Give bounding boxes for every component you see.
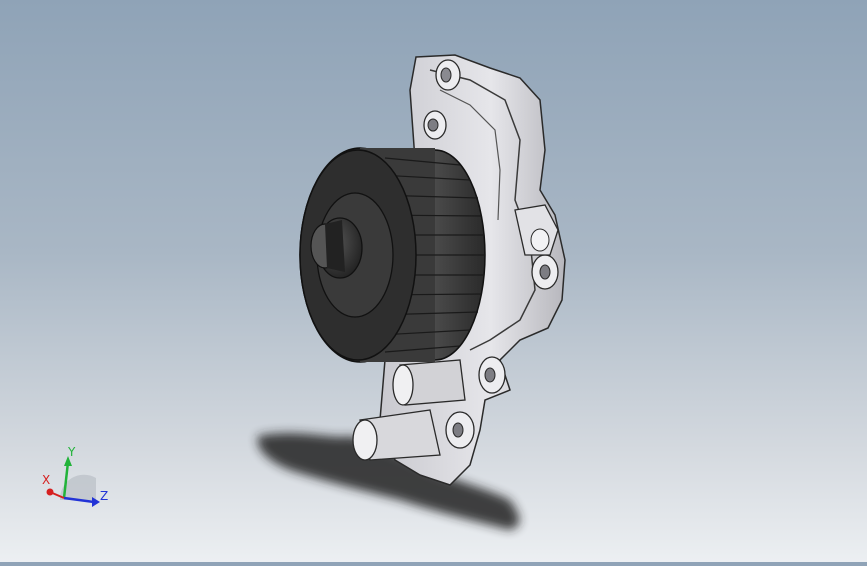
- graphics-viewport[interactable]: [0, 0, 867, 562]
- coordinate-triad: Y X Z: [38, 440, 118, 515]
- timing-gear[interactable]: [299, 147, 486, 363]
- x-axis-label: X: [42, 473, 50, 487]
- y-axis-label: Y: [67, 445, 76, 459]
- z-axis-label: Z: [100, 489, 108, 503]
- model-view: [257, 54, 566, 530]
